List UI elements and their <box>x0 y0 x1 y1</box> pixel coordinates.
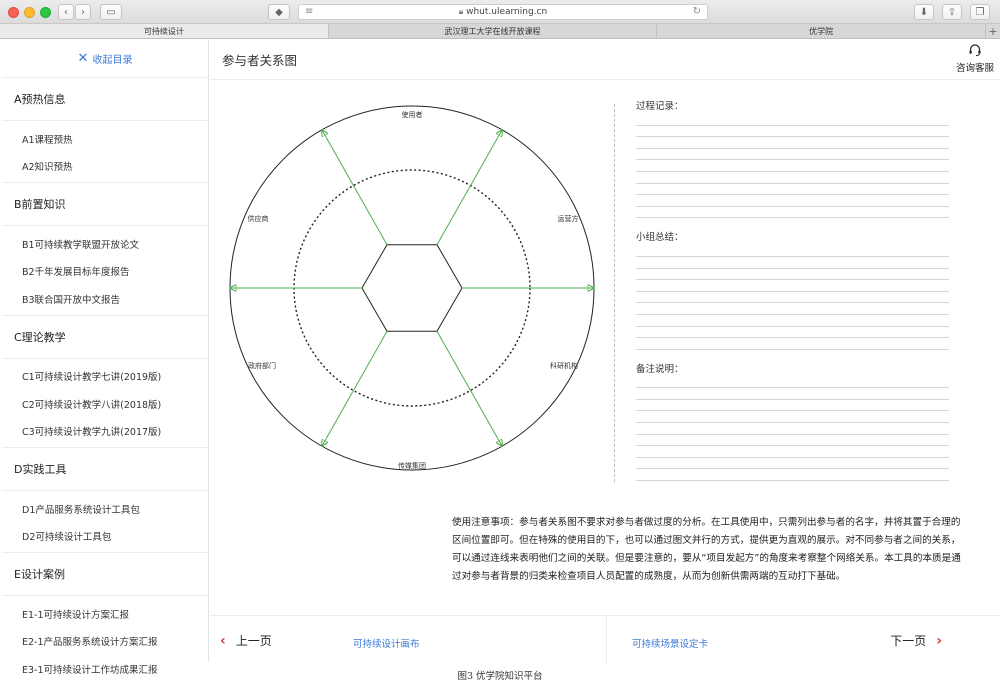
sidebar-item-b2[interactable]: B2千年发展目标年度报告 <box>2 258 208 286</box>
collapse-toc-button[interactable]: ✕ 收起目录 <box>2 40 208 78</box>
tab-sustainable-design[interactable]: 可持续设计 <box>0 24 329 38</box>
forward-icon[interactable]: › <box>75 4 91 20</box>
footer-divider <box>606 616 607 664</box>
chevron-right-icon: › <box>936 632 942 649</box>
sidebar-item-c1[interactable]: C1可持续设计教学七讲(2019版) <box>2 363 208 391</box>
diagram-divider <box>614 104 615 482</box>
sidebar-item-a2[interactable]: A2知识预热 <box>2 153 208 181</box>
back-icon[interactable]: ‹ <box>58 4 74 20</box>
previous-page-label: 上一页 <box>235 634 272 648</box>
extension-icon[interactable]: ◆ <box>268 4 290 20</box>
tab-whut-courses[interactable]: 武汉理工大学在线开放课程 <box>329 24 658 38</box>
new-tab-icon[interactable]: + <box>986 24 1000 38</box>
process-record-lines[interactable] <box>636 114 949 219</box>
sidebar-item-d2[interactable]: D2可持续设计工具包 <box>2 523 208 551</box>
remark-label: 备注说明： <box>636 363 684 375</box>
tab-ulearning[interactable]: 优学院 <box>657 24 987 38</box>
maximize-window-button[interactable] <box>40 7 51 18</box>
previous-page-link[interactable]: 可持续设计画布 <box>353 636 420 650</box>
tab-bar: 可持续设计 武汉理工大学在线开放课程 优学院 + <box>0 24 1000 39</box>
download-icon[interactable]: ⬇ <box>914 4 934 20</box>
main-header: 参与者关系图 咨询客服 <box>210 40 1000 80</box>
sidebar-section-a-items: A1课程预热 A2知识预热 <box>2 121 208 183</box>
arrow-up-right <box>436 130 502 245</box>
sidebar-item-b3[interactable]: B3联合国开放中文报告 <box>2 285 208 313</box>
close-icon: ✕ <box>77 51 89 66</box>
browser-titlebar: ‹ › ▭ ◆ ≡ 🔒︎ whut.ulearning.cn ↻ ⬇ ⇪ ❐ <box>0 0 1000 24</box>
reader-view-icon[interactable]: ≡ <box>305 6 313 17</box>
sidebar-item-e2[interactable]: E2-1产品服务系统设计方案汇报 <box>2 628 208 656</box>
label-operator: 运营方 <box>558 214 579 223</box>
chevron-left-icon: ‹ <box>220 632 226 649</box>
minimize-window-button[interactable] <box>24 7 35 18</box>
sidebar-section-d-items: D1产品服务系统设计工具包 D2可持续设计工具包 <box>2 491 208 553</box>
page-navigation: ‹ 上一页 可持续设计画布 可持续场景设定卡 下一页 › <box>210 615 1000 664</box>
sidebar-section-c-items: C1可持续设计教学七讲(2019版) C2可持续设计教学八讲(2018版) C3… <box>2 359 208 448</box>
label-government: 政府部门 <box>248 361 276 370</box>
figure-caption: 图3 优学院知识平台 <box>457 671 543 682</box>
reload-icon[interactable]: ↻ <box>693 6 701 17</box>
arrow-down-right <box>436 331 502 446</box>
sidebar-item-e1[interactable]: E1-1可持续设计方案汇报 <box>2 600 208 628</box>
customer-support-button[interactable]: 咨询客服 <box>956 43 994 74</box>
tabs-overview-icon[interactable]: ❐ <box>970 4 990 20</box>
label-media-group: 传媒集团 <box>398 461 426 470</box>
label-user: 使用者 <box>402 110 423 119</box>
previous-page-button[interactable]: ‹ 上一页 <box>220 632 272 649</box>
url-text: whut.ulearning.cn <box>466 7 548 17</box>
label-supplier: 供应商 <box>248 214 269 223</box>
group-summary-label: 小组总结： <box>636 232 684 244</box>
lock-icon: 🔒︎ <box>458 7 464 16</box>
next-page-link[interactable]: 可持续场景设定卡 <box>632 636 708 650</box>
address-bar[interactable]: ≡ 🔒︎ whut.ulearning.cn ↻ <box>298 4 708 20</box>
next-page-label: 下一页 <box>890 634 927 648</box>
close-window-button[interactable] <box>8 7 19 18</box>
notes-panel: 过程记录： 小组总结： 备注说明： <box>636 98 949 482</box>
page-title: 参与者关系图 <box>222 53 298 68</box>
sidebar-section-c[interactable]: C理论教学 <box>2 315 208 359</box>
sidebar-toggle-icon[interactable]: ▭ <box>100 4 122 20</box>
sidebar-item-b1[interactable]: B1可持续教学联盟开放论文 <box>2 230 208 258</box>
arrow-up-left <box>322 130 388 245</box>
collapse-toc-label: 收起目录 <box>92 55 133 66</box>
sidebar-item-a1[interactable]: A1课程预热 <box>2 125 208 153</box>
center-hexagon <box>361 244 463 332</box>
sidebar: ✕ 收起目录 A预热信息 A1课程预热 A2知识预热 B前置知识 B1可持续教学… <box>2 40 209 676</box>
process-record-label: 过程记录： <box>636 101 684 112</box>
label-research-institute: 科研机构 <box>550 361 578 370</box>
usage-notes: 使用注意事项：参与者关系图不要求对参与者做过度的分析。在工具使用中，只需列出参与… <box>452 517 961 582</box>
share-icon[interactable]: ⇪ <box>942 4 962 20</box>
sidebar-section-a[interactable]: A预热信息 <box>2 78 208 121</box>
sidebar-section-b[interactable]: B前置知识 <box>2 183 208 226</box>
stakeholder-diagram: 使用者 运营方 科研机构 传媒集团 政府部门 供应商 <box>222 105 612 471</box>
sidebar-section-d[interactable]: D实践工具 <box>2 448 208 491</box>
arrow-down-left <box>322 331 388 446</box>
sidebar-section-b-items: B1可持续教学联盟开放论文 B2千年发展目标年度报告 B3联合国开放中文报告 <box>2 226 208 316</box>
headset-icon <box>969 44 981 57</box>
sidebar-item-c2[interactable]: C2可持续设计教学八讲(2018版) <box>2 390 208 418</box>
next-page-button[interactable]: 下一页 › <box>890 632 942 649</box>
support-label: 咨询客服 <box>955 63 994 74</box>
remark-lines[interactable] <box>636 377 949 482</box>
group-summary-lines[interactable] <box>636 245 949 350</box>
sidebar-section-e[interactable]: E设计案例 <box>2 553 208 596</box>
sidebar-item-d1[interactable]: D1产品服务系统设计工具包 <box>2 495 208 523</box>
sidebar-item-c3[interactable]: C3可持续设计教学九讲(2017版) <box>2 418 208 446</box>
